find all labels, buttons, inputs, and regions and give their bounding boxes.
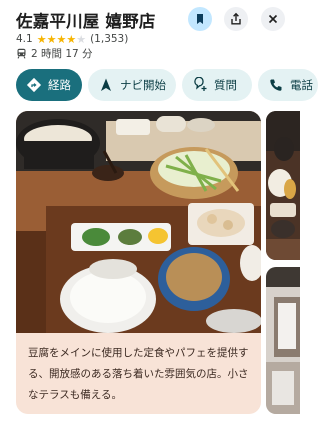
ask-question-label: 質問: [214, 78, 237, 92]
bookmark-icon: [197, 14, 203, 24]
featured-photo-card[interactable]: 豆腐をメインに使用した定食やパフェを提供する、開放感のある落ち着いた雰囲気の店。…: [16, 111, 261, 414]
phone-icon: [270, 79, 282, 91]
star-icon: ★: [46, 32, 57, 46]
place-header: 佐嘉平川屋 嬉野店 4.1 ★ ★ ★ ★ ★ (1,353) 2 時間 17 …: [0, 0, 300, 62]
navigation-arrow-icon: [101, 78, 111, 91]
ask-question-icon: [194, 77, 207, 91]
close-button[interactable]: [261, 7, 285, 31]
start-navigation-label: ナビ開始: [120, 78, 166, 92]
ask-question-button[interactable]: 質問: [182, 69, 252, 101]
save-button[interactable]: [188, 7, 212, 31]
directions-icon: [26, 77, 42, 93]
share-icon: [231, 12, 241, 25]
rating-stars: ★ ★ ★ ★ ★: [37, 34, 86, 45]
directions-button[interactable]: 経路: [16, 69, 82, 101]
share-button[interactable]: [224, 7, 248, 31]
photo-strip: [266, 111, 300, 414]
directions-label: 経路: [48, 78, 71, 92]
star-icon: ★: [56, 32, 67, 46]
thumbnail-photo[interactable]: [266, 111, 300, 260]
call-button[interactable]: 電話: [258, 69, 318, 101]
transit-duration: 2 時間 17 分: [31, 47, 93, 60]
review-count: (1,353): [90, 33, 129, 45]
thumbnail-photo[interactable]: [266, 267, 300, 414]
rating-row[interactable]: 4.1 ★ ★ ★ ★ ★ (1,353): [16, 32, 128, 46]
place-title: 佐嘉平川屋 嬉野店: [16, 12, 156, 31]
food-photo: [16, 111, 261, 333]
action-bar: 経路 ナビ開始 質問 電話: [16, 69, 318, 101]
train-icon: [17, 48, 26, 59]
start-navigation-button[interactable]: ナビ開始: [88, 69, 176, 101]
close-icon: [268, 14, 278, 24]
call-label: 電話: [290, 78, 313, 92]
star-icon: ★: [76, 32, 87, 46]
transit-row: 2 時間 17 分: [16, 46, 93, 60]
star-icon: ★: [36, 32, 47, 46]
star-icon: ★: [66, 32, 77, 46]
place-description: 豆腐をメインに使用した定食やパフェを提供する、開放感のある落ち着いた雰囲気の店。…: [28, 347, 249, 401]
rating-value: 4.1: [16, 33, 33, 45]
